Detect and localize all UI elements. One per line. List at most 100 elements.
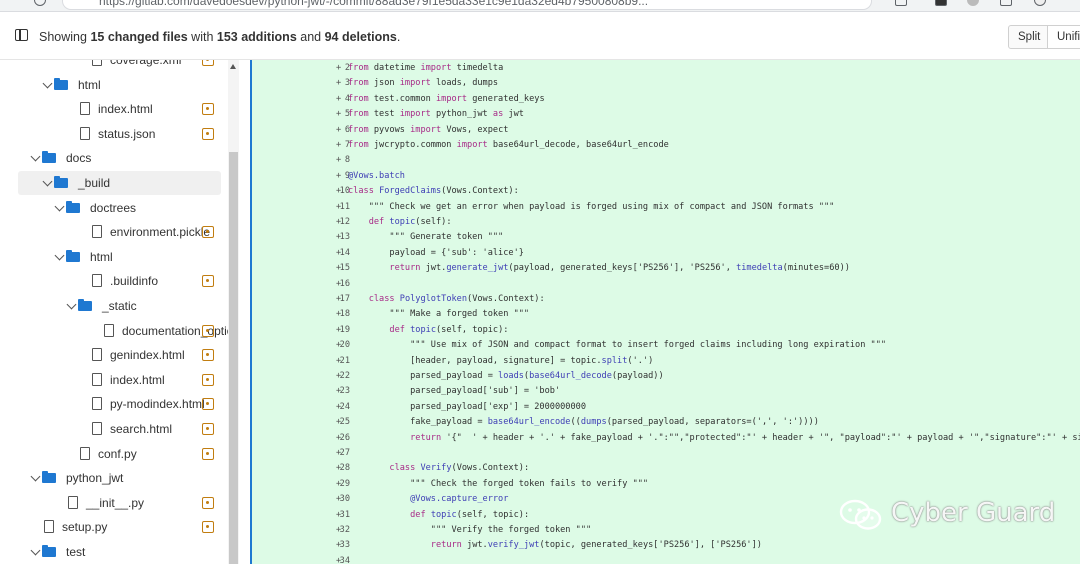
diff-line[interactable]: 17 + class PolyglotToken(Vows.Context): — [252, 292, 1080, 307]
unified-view-button[interactable]: Unified — [1047, 25, 1080, 49]
tree-folder[interactable]: python_jwt — [0, 466, 228, 490]
line-number[interactable]: 16 — [298, 277, 350, 292]
file-tree-scrollbar[interactable] — [228, 60, 239, 564]
line-number[interactable]: 24 — [298, 400, 350, 415]
line-number[interactable]: 7 — [298, 138, 350, 153]
tree-file[interactable]: py-modindex.html — [0, 392, 228, 416]
avatar-icon[interactable] — [967, 0, 979, 6]
diff-line[interactable]: 14 + payload = {'sub': 'alice'} — [252, 246, 1080, 261]
chevron-down-icon[interactable] — [30, 545, 41, 556]
line-number[interactable]: 10 — [298, 184, 350, 199]
line-number[interactable]: 2 — [298, 61, 350, 76]
diff-line[interactable]: 16 + — [252, 277, 1080, 292]
chevron-down-icon[interactable] — [54, 250, 65, 261]
tree-folder[interactable]: test — [0, 540, 228, 564]
tree-file[interactable]: documentation_optio... — [0, 319, 240, 343]
line-number[interactable]: 6 — [298, 123, 350, 138]
chevron-down-icon[interactable] — [42, 78, 53, 89]
chevron-down-icon[interactable] — [66, 299, 77, 310]
diff-line[interactable]: 5 + from test import python_jwt as jwt — [252, 107, 1080, 122]
tree-file[interactable]: .buildinfo — [0, 269, 228, 293]
tree-folder[interactable]: docs — [0, 146, 228, 170]
tree-file[interactable]: coverage.xml — [0, 60, 228, 72]
tree-file[interactable]: setup.py — [0, 515, 228, 539]
extension-icon[interactable] — [895, 0, 907, 6]
diff-line[interactable]: 26 + return '{" ' + header + '.' + fake_p… — [252, 431, 1080, 446]
diff-line[interactable]: 9 + @Vows.batch — [252, 169, 1080, 184]
tree-file[interactable]: environment.pickle — [0, 220, 228, 244]
line-number[interactable]: 34 — [298, 554, 350, 564]
diff-line[interactable]: 3 + from json import loads, dumps — [252, 76, 1080, 91]
diff-line[interactable]: 18 + """ Make a forged token """ — [252, 307, 1080, 322]
line-number[interactable]: 26 — [298, 431, 350, 446]
address-bar[interactable]: https://gitlab.com/davedoesdev/python-jw… — [62, 0, 872, 10]
chevron-down-icon[interactable] — [30, 151, 41, 162]
diff-line[interactable]: 10 + class ForgedClaims(Vows.Context): — [252, 184, 1080, 199]
line-number[interactable]: 5 — [298, 107, 350, 122]
diff-line[interactable]: 19 + def topic(self, topic): — [252, 323, 1080, 338]
chevron-down-icon[interactable] — [54, 201, 65, 212]
tree-folder[interactable]: doctrees — [0, 196, 228, 220]
line-number[interactable]: 29 — [298, 477, 350, 492]
tree-folder[interactable]: _build — [18, 171, 221, 195]
tree-folder[interactable]: _static — [0, 294, 228, 318]
line-number[interactable]: 30 — [298, 492, 350, 507]
diff-line[interactable]: 8 + — [252, 153, 1080, 168]
line-number[interactable]: 33 — [298, 538, 350, 553]
scroll-up-arrow-icon[interactable] — [230, 64, 236, 69]
tree-file[interactable]: index.html — [0, 97, 228, 121]
line-number[interactable]: 18 — [298, 307, 350, 322]
line-number[interactable]: 23 — [298, 384, 350, 399]
chevron-down-icon[interactable] — [42, 176, 53, 187]
line-number[interactable]: 11 — [298, 200, 350, 215]
line-number[interactable]: 12 — [298, 215, 350, 230]
extensions-puzzle-icon[interactable] — [1000, 0, 1012, 6]
diff-line[interactable]: 4 + from test.common import generated_keys — [252, 92, 1080, 107]
line-number[interactable]: 22 — [298, 369, 350, 384]
line-number[interactable]: 3 — [298, 76, 350, 91]
line-number[interactable]: 31 — [298, 508, 350, 523]
line-number[interactable]: 9 — [298, 169, 350, 184]
line-number[interactable]: 19 — [298, 323, 350, 338]
diff-line[interactable]: 28 + class Verify(Vows.Context): — [252, 461, 1080, 476]
diff-line[interactable]: 29 + """ Check the forged token fails to … — [252, 477, 1080, 492]
diff-line[interactable]: 7 + from jwcrypto.common import base64url_… — [252, 138, 1080, 153]
diff-line[interactable]: 13 + """ Generate token """ — [252, 230, 1080, 245]
line-number[interactable]: 25 — [298, 415, 350, 430]
diff-line[interactable]: 15 + return jwt.generate_jwt(payload, gen… — [252, 261, 1080, 276]
diff-line[interactable]: 23 + parsed_payload['sub'] = 'bob' — [252, 384, 1080, 399]
tree-file[interactable]: __init__.py — [0, 491, 228, 515]
line-number[interactable]: 15 — [298, 261, 350, 276]
diff-line[interactable]: 33 + return jwt.verify_jwt(topic, generat… — [252, 538, 1080, 553]
diff-line[interactable]: 27 + — [252, 446, 1080, 461]
tree-file[interactable]: index.html — [0, 368, 228, 392]
sidebar-toggle-icon[interactable] — [15, 29, 28, 41]
line-number[interactable]: 28 — [298, 461, 350, 476]
line-number[interactable]: 8 — [298, 153, 350, 168]
diff-line[interactable]: 22 + parsed_payload = loads(base64url_dec… — [252, 369, 1080, 384]
diff-line[interactable]: 24 + parsed_payload['exp'] = 2000000000 — [252, 400, 1080, 415]
diff-line[interactable]: 2 + from datetime import timedelta — [252, 61, 1080, 76]
diff-line[interactable]: 34 + — [252, 554, 1080, 564]
line-number[interactable]: 21 — [298, 354, 350, 369]
line-number[interactable]: 13 — [298, 230, 350, 245]
chevron-down-icon[interactable] — [30, 471, 41, 482]
line-number[interactable]: 14 — [298, 246, 350, 261]
tree-file[interactable]: conf.py — [0, 442, 228, 466]
tree-folder[interactable]: html — [0, 73, 228, 97]
diff-line[interactable]: 25 + fake_payload = base64url_encode((dum… — [252, 415, 1080, 430]
tree-file[interactable]: genindex.html — [0, 343, 228, 367]
tree-folder[interactable]: html — [0, 245, 228, 269]
split-view-button[interactable]: Split — [1008, 25, 1048, 49]
scrollbar-thumb[interactable] — [229, 152, 238, 564]
tree-file[interactable]: status.json — [0, 122, 228, 146]
diff-line[interactable]: 21 + [header, payload, signature] = topic… — [252, 354, 1080, 369]
diff-line[interactable]: 12 + def topic(self): — [252, 215, 1080, 230]
diff-line[interactable]: 20 + """ Use mix of JSON and compact form… — [252, 338, 1080, 353]
account-icon[interactable] — [1034, 0, 1046, 6]
reload-icon[interactable] — [34, 0, 46, 6]
diff-line[interactable]: 11 + """ Check we get an error when paylo… — [252, 200, 1080, 215]
line-number[interactable]: 20 — [298, 338, 350, 353]
tree-file[interactable]: search.html — [0, 417, 228, 441]
diff-line[interactable]: 6 + from pyvows import Vows, expect — [252, 123, 1080, 138]
